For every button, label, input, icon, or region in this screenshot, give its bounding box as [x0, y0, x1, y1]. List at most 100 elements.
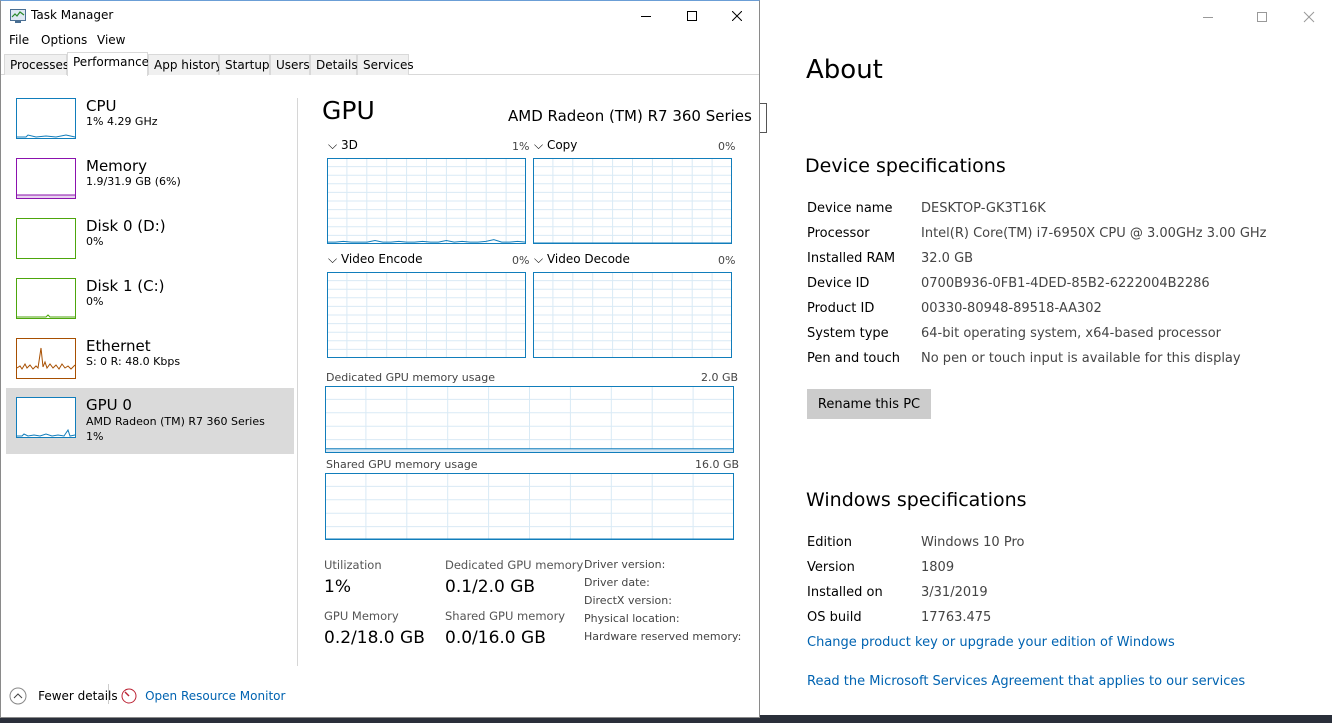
gpu-model: AMD Radeon (TM) R7 360 Series — [508, 107, 752, 125]
engine-decode-pct: 0% — [718, 254, 736, 267]
sidebar-item-ethernet[interactable]: Ethernet S: 0 R: 48.0 Kbps — [6, 331, 294, 391]
spec-value: Intel(R) Core(TM) i7-6950X CPU @ 3.00GHz… — [921, 226, 1267, 241]
about-title: About — [806, 55, 883, 85]
dedicated-memory-label: Dedicated GPU memory usage — [326, 371, 495, 384]
tab-users[interactable]: Users — [270, 54, 310, 75]
close-button[interactable] — [714, 1, 760, 31]
open-resource-monitor-link[interactable]: Open Resource Monitor — [121, 685, 285, 704]
shared-memory-label: Shared GPU memory usage — [326, 458, 478, 471]
engine-decode-label: Video Decode — [546, 252, 630, 266]
spec-value: Windows 10 Pro — [921, 535, 1025, 550]
sidebar-label: Ethernet — [86, 337, 151, 355]
tab-app-history[interactable]: App history — [148, 54, 223, 75]
chevron-down-icon: ⌵ — [328, 252, 338, 266]
graph-grid — [325, 473, 734, 540]
about-maximize-button[interactable] — [1256, 8, 1268, 27]
tab-services[interactable]: Services — [357, 54, 414, 75]
graph-grid — [325, 386, 734, 453]
memory-thumbnail — [16, 158, 76, 199]
dedicated-stat-value: 0.1/2.0 GB — [445, 577, 536, 597]
spec-label: Installed RAM — [807, 251, 896, 266]
tab-details[interactable]: Details — [310, 54, 358, 75]
sidebar-item-disk-1[interactable]: Disk 1 (C:) 0% — [6, 271, 294, 331]
shared-stat-label: Shared GPU memory — [445, 609, 566, 623]
sidebar-sub: 0% — [86, 295, 104, 308]
engine-decode-header[interactable]: ⌵ Video Decode — [534, 252, 630, 267]
disk-1-thumbnail — [16, 278, 76, 319]
disk-0-thumbnail — [16, 218, 76, 259]
dedicated-stat-label: Dedicated GPU memory — [445, 558, 584, 572]
spec-label: OS build — [807, 610, 862, 625]
graph-grid — [533, 158, 732, 244]
sidebar-sub: 1% 4.29 GHz — [86, 115, 158, 128]
sidebar-sub: 0% — [86, 235, 104, 248]
spec-label: Processor — [807, 226, 870, 241]
spec-label: Version — [807, 560, 855, 575]
spec-label: Edition — [807, 535, 852, 550]
chevron-down-icon: ⌵ — [328, 138, 338, 152]
title-bar[interactable]: Task Manager — [1, 1, 759, 31]
services-agreement-link[interactable]: Read the Microsoft Services Agreement th… — [807, 674, 1245, 689]
menu-file[interactable]: File — [9, 33, 29, 47]
fewer-details-button[interactable]: Fewer details — [9, 685, 118, 705]
shared-stat-value: 0.0/16.0 GB — [445, 628, 546, 648]
chevron-down-icon: ⌵ — [534, 252, 544, 266]
engine-copy-header[interactable]: ⌵ Copy — [534, 138, 577, 153]
tab-processes[interactable]: Processes — [4, 54, 69, 75]
bottom-bar: Fewer details Open Resource Monitor — [1, 678, 759, 710]
menu-bar: File Options View — [1, 31, 759, 51]
device-spec-heading: Device specifications — [805, 155, 1006, 177]
engine-copy-label: Copy — [546, 138, 578, 152]
close-icon — [1303, 11, 1315, 23]
about-close-button[interactable] — [1303, 8, 1315, 27]
spec-value: 00330-80948-89518-AA302 — [921, 301, 1102, 316]
engine-copy-pct: 0% — [718, 140, 736, 153]
pane-divider — [297, 98, 298, 666]
spec-value: No pen or touch input is available for t… — [921, 351, 1241, 366]
dedicated-memory-graph — [325, 386, 734, 453]
graph-grid — [327, 158, 526, 244]
minimize-icon — [641, 16, 651, 17]
about-minimize-button[interactable] — [1202, 6, 1214, 25]
engine-encode-header[interactable]: ⌵ Video Encode — [328, 252, 423, 267]
engine-copy-graph — [533, 158, 732, 244]
tab-startup[interactable]: Startup — [219, 54, 270, 75]
engine-encode-pct: 0% — [512, 254, 530, 267]
maximize-button[interactable] — [669, 1, 715, 31]
cpu-thumbnail — [16, 98, 76, 139]
spec-label: Product ID — [807, 301, 875, 316]
physical-location-label: Physical location: — [584, 612, 680, 625]
fewer-details-label: Fewer details — [38, 689, 118, 703]
engine-decode-graph — [533, 272, 732, 358]
graph-grid — [327, 272, 526, 358]
rename-pc-button[interactable]: Rename this PC — [807, 389, 931, 419]
minimize-button[interactable] — [623, 1, 669, 31]
sidebar-label: GPU 0 — [86, 396, 132, 414]
spec-label: System type — [807, 326, 889, 341]
graph-grid — [533, 272, 732, 358]
sidebar-item-cpu[interactable]: CPU 1% 4.29 GHz — [6, 91, 294, 151]
engine-3d-pct: 1% — [512, 140, 530, 153]
sidebar-label: Disk 0 (D:) — [86, 217, 166, 235]
tab-performance[interactable]: Performance — [67, 52, 149, 76]
directx-version-label: DirectX version: — [584, 594, 672, 607]
chevron-up-circle-icon — [9, 687, 27, 704]
engine-3d-header[interactable]: ⌵ 3D — [328, 138, 358, 153]
spec-value: 32.0 GB — [921, 251, 974, 266]
spec-value: 17763.475 — [921, 610, 992, 625]
spec-label: Device ID — [807, 276, 870, 291]
change-product-key-link[interactable]: Change product key or upgrade your editi… — [807, 635, 1175, 650]
minimize-icon — [1203, 17, 1213, 18]
sidebar-label: Disk 1 (C:) — [86, 277, 165, 295]
sidebar-item-disk-0[interactable]: Disk 0 (D:) 0% — [6, 211, 294, 271]
menu-view[interactable]: View — [97, 33, 125, 47]
sidebar-sub: 1.9/31.9 GB (6%) — [86, 175, 181, 188]
shared-memory-graph — [325, 473, 734, 540]
menu-options[interactable]: Options — [41, 33, 87, 47]
spec-value: DESKTOP-GK3T16K — [921, 201, 1046, 216]
sidebar-label: Memory — [86, 157, 148, 175]
sidebar-item-gpu-0[interactable]: GPU 0 AMD Radeon (TM) R7 360 Series 1% — [6, 388, 294, 454]
sidebar-item-memory[interactable]: Memory 1.9/31.9 GB (6%) — [6, 151, 294, 211]
engine-3d-label: 3D — [340, 138, 358, 152]
driver-version-label: Driver version: — [584, 558, 666, 571]
